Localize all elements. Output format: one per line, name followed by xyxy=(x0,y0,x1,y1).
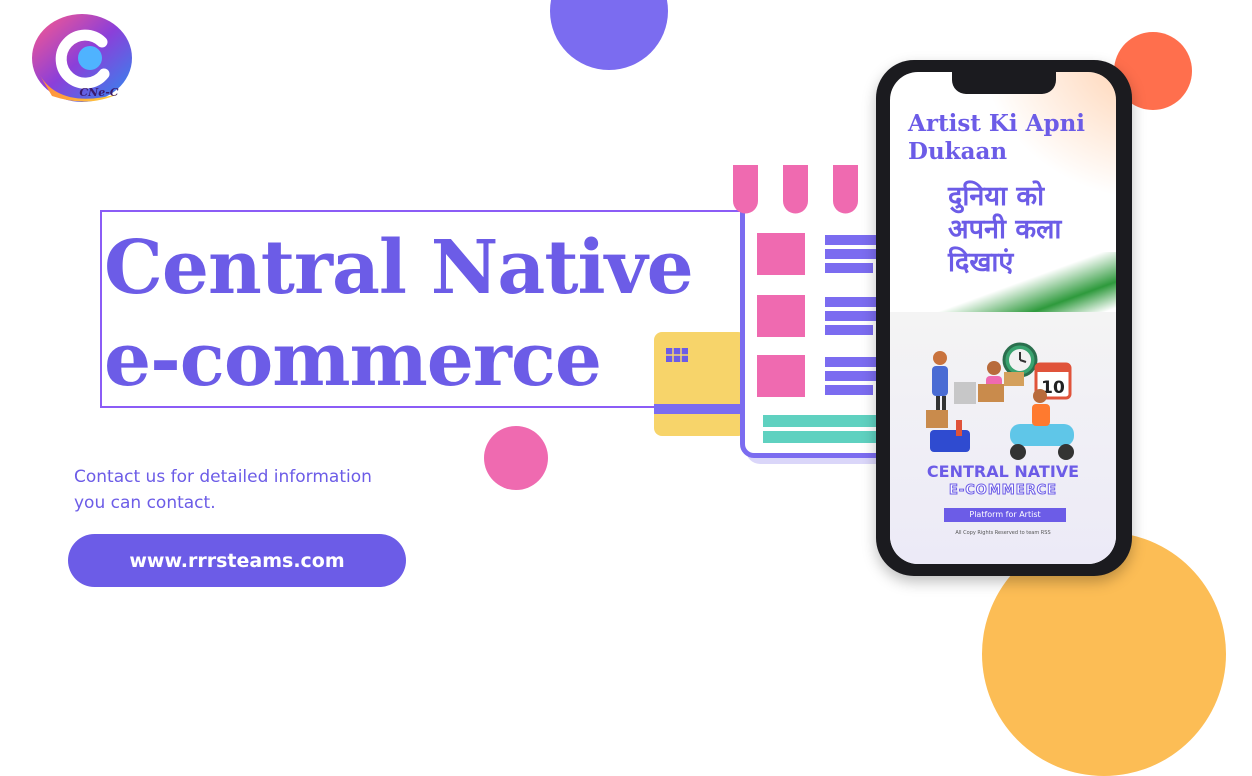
card-chip-icon xyxy=(654,348,746,414)
phone-heading-line-2: Dukaan xyxy=(908,138,1008,165)
phone-screen: Artist Ki Apni Dukaan दुनिया को अपनी कला… xyxy=(890,72,1116,564)
brand-logo[interactable]: CNe-C xyxy=(28,12,136,112)
hindi-line-3: दिखाएं xyxy=(948,247,1014,278)
decor-circle-top xyxy=(550,0,668,70)
decor-circle-pink xyxy=(484,426,548,490)
phone-platform-badge: Platform for Artist xyxy=(944,508,1066,522)
phone-heading: Artist Ki Apni Dukaan xyxy=(908,110,1108,166)
website-link-button[interactable]: www.rrrsteams.com xyxy=(68,534,406,587)
phone-brand-line-2: E-COMMERCE xyxy=(948,483,1058,499)
phone-bottom-panel: 10 xyxy=(890,312,1116,564)
phone-brand-line-1: CENTRAL NATIVE xyxy=(926,462,1080,481)
hindi-line-2: अपनी कला xyxy=(948,214,1062,245)
logo-text: CNe-C xyxy=(79,86,119,99)
phone-copyright: All Copy Rights Reserved to team RSS xyxy=(955,530,1051,536)
phone-mockup: Artist Ki Apni Dukaan दुनिया को अपनी कला… xyxy=(876,60,1132,576)
page-title: Central Native e-commerce xyxy=(104,222,744,406)
credit-card-illustration xyxy=(654,332,746,436)
title-line-2: e-commerce xyxy=(104,317,602,403)
contact-text: Contact us for detailed information you … xyxy=(74,464,404,516)
phone-hindi-text: दुनिया को अपनी कला दिखाएं xyxy=(948,180,1116,279)
phone-top-panel: Artist Ki Apni Dukaan दुनिया को अपनी कला… xyxy=(890,72,1116,312)
phone-notch xyxy=(952,72,1056,94)
phone-heading-line-1: Artist Ki Apni xyxy=(908,110,1086,137)
contact-line-1: Contact us for detailed information xyxy=(74,467,372,487)
hindi-line-1: दुनिया को xyxy=(948,181,1045,212)
contact-line-2: you can contact. xyxy=(74,493,216,513)
title-line-1: Central Native xyxy=(104,225,694,311)
delivery-illustration: 10 xyxy=(926,342,1074,460)
